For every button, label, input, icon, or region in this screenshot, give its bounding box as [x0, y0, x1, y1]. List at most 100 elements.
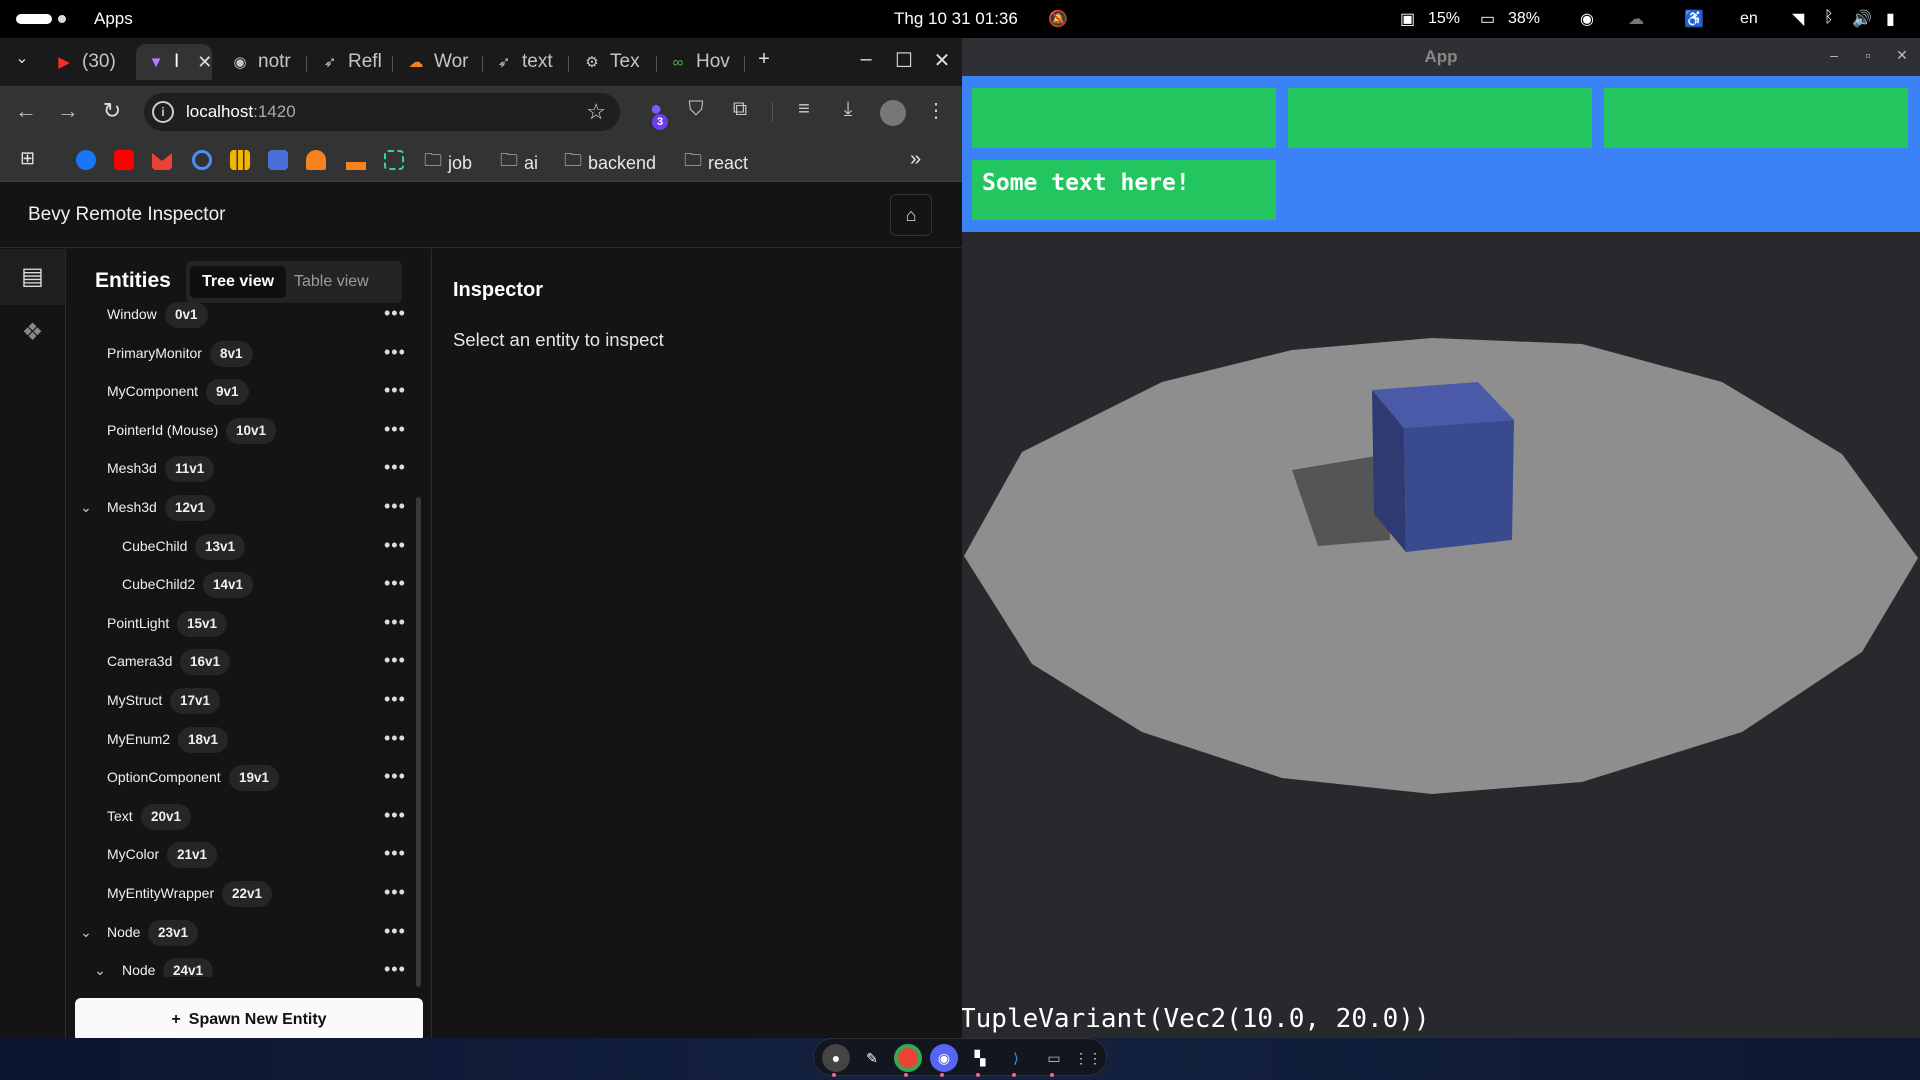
more-options-icon[interactable]: •••: [384, 457, 406, 478]
forward-icon[interactable]: →: [54, 98, 82, 124]
tab-tree-view[interactable]: Tree view: [190, 266, 287, 298]
entity-row[interactable]: ⌄ Node 24v1 •••: [66, 953, 418, 977]
app-maximize-icon[interactable]: ▫: [1858, 47, 1878, 63]
entity-row[interactable]: ⌄ Node 23v1 •••: [66, 915, 418, 953]
apps-launcher[interactable]: Apps: [94, 9, 133, 29]
tab-github[interactable]: ◉ notr: [230, 44, 294, 80]
battery-icon[interactable]: ▮: [1886, 9, 1895, 29]
workspace-dot[interactable]: [58, 15, 66, 23]
bookmarks-overflow[interactable]: »: [910, 148, 921, 171]
more-options-icon[interactable]: •••: [384, 650, 406, 671]
bookmark-folder-job[interactable]: 🗀 job: [424, 148, 472, 178]
notifications-off-icon[interactable]: 🔕: [1048, 9, 1068, 29]
more-options-icon[interactable]: •••: [384, 496, 406, 517]
entity-row[interactable]: OptionComponent 19v1 •••: [66, 760, 418, 798]
more-options-icon[interactable]: •••: [384, 342, 406, 363]
react-bookmark-icon[interactable]: [192, 150, 212, 170]
maximize-icon[interactable]: ☐: [890, 48, 918, 73]
more-options-icon[interactable]: •••: [384, 612, 406, 633]
workspace-indicator[interactable]: [16, 14, 52, 24]
tab-search-icon[interactable]: ⌄: [8, 48, 36, 68]
chevron-down-icon[interactable]: ⌄: [92, 962, 108, 977]
menu-kebab-icon[interactable]: ⋮: [922, 98, 950, 123]
tab-youtube[interactable]: ▶ (30): [54, 44, 126, 80]
tab-refl[interactable]: ➶ Refl: [320, 44, 382, 80]
components-nav-button[interactable]: ❖: [0, 305, 65, 361]
analytics-icon[interactable]: [230, 150, 250, 170]
entity-row[interactable]: ⌄ Mesh3d 12v1 •••: [66, 490, 418, 528]
more-options-icon[interactable]: •••: [384, 573, 406, 594]
cloud-icon[interactable]: ☁: [1628, 9, 1644, 29]
site-info-icon[interactable]: i: [152, 101, 174, 123]
entities-nav-button[interactable]: ▤: [0, 249, 65, 305]
entity-row[interactable]: MyEnum2 18v1 •••: [66, 722, 418, 760]
entity-row[interactable]: CubeChild 13v1 •••: [66, 529, 418, 567]
more-options-icon[interactable]: •••: [384, 959, 406, 977]
more-options-icon[interactable]: •••: [384, 805, 406, 826]
tab-tex[interactable]: ⚙ Tex: [582, 44, 644, 80]
apps-grid-icon[interactable]: ⊞: [20, 148, 35, 169]
app-close-icon[interactable]: ✕: [1892, 47, 1912, 64]
entity-row[interactable]: Camera3d 16v1 •••: [66, 644, 418, 682]
accessibility-icon[interactable]: ♿: [1684, 9, 1704, 29]
download-icon[interactable]: ⤓: [834, 98, 862, 121]
more-options-icon[interactable]: •••: [384, 380, 406, 401]
more-options-icon[interactable]: •••: [384, 728, 406, 749]
extensions-puzzle-icon[interactable]: ⧉: [726, 98, 754, 121]
more-options-icon[interactable]: •••: [384, 921, 406, 942]
tab-active[interactable]: ▼ I ✕: [136, 44, 212, 80]
tab-hov[interactable]: ∞ Hov: [668, 44, 732, 80]
discord-tray-icon[interactable]: ◉: [1580, 9, 1594, 29]
entity-row[interactable]: CubeChild2 14v1 •••: [66, 567, 418, 605]
entity-row[interactable]: MyStruct 17v1 •••: [66, 683, 418, 721]
bluetooth-icon[interactable]: ᛒ: [1824, 9, 1834, 27]
volume-icon[interactable]: 🔊: [1852, 9, 1872, 29]
ublock-icon[interactable]: ⛉: [682, 98, 710, 121]
close-window-icon[interactable]: ✕: [928, 48, 956, 73]
app-grid-dock-icon[interactable]: ⋮⋮: [1074, 1044, 1102, 1072]
entity-row[interactable]: PrimaryMonitor 8v1 •••: [66, 336, 418, 374]
files-dock-icon[interactable]: ▭: [1040, 1044, 1068, 1072]
spawn-entity-button[interactable]: + Spawn New Entity: [75, 998, 423, 1042]
close-tab-icon[interactable]: ✕: [197, 52, 212, 73]
reload-icon[interactable]: ↻: [98, 98, 126, 124]
clock[interactable]: Thg 10 31 01:36: [894, 9, 1018, 29]
tool-bookmark-icon[interactable]: [384, 150, 404, 170]
tab-workers[interactable]: ☁ Wor: [406, 44, 470, 80]
terminal-dock-icon[interactable]: ▚: [966, 1044, 994, 1072]
url-text[interactable]: localhost:1420: [186, 102, 296, 122]
bookmark-star-icon[interactable]: ☆: [586, 99, 606, 125]
language-indicator[interactable]: en: [1740, 10, 1758, 28]
translate-icon[interactable]: [268, 150, 288, 170]
more-options-icon[interactable]: •••: [384, 766, 406, 787]
discord-dock-icon[interactable]: ◉: [930, 1044, 958, 1072]
address-bar[interactable]: i localhost:1420 ☆: [144, 93, 620, 131]
more-options-icon[interactable]: •••: [384, 419, 406, 440]
app-minimize-icon[interactable]: –: [1824, 47, 1844, 63]
more-options-icon[interactable]: •••: [384, 689, 406, 710]
tab-table-view[interactable]: Table view: [282, 266, 381, 298]
entity-row[interactable]: MyEntityWrapper 22v1 •••: [66, 876, 418, 914]
youtube-bookmark-icon[interactable]: [114, 150, 134, 170]
notes-dock-icon[interactable]: ✎: [858, 1044, 886, 1072]
wifi-icon[interactable]: ◥: [1792, 9, 1804, 29]
entity-row[interactable]: Text 20v1 •••: [66, 799, 418, 837]
chevron-down-icon[interactable]: ⌄: [78, 499, 94, 515]
bookmark-folder-backend[interactable]: 🗀 backend: [564, 148, 656, 178]
entity-row[interactable]: Window 0v1 •••: [66, 297, 418, 335]
tree-scrollbar[interactable]: [416, 497, 421, 987]
entity-row[interactable]: MyColor 21v1 •••: [66, 837, 418, 875]
entity-row[interactable]: MyComponent 9v1 •••: [66, 374, 418, 412]
aws-icon[interactable]: [346, 150, 366, 170]
minimize-icon[interactable]: –: [852, 48, 880, 71]
vscode-dock-icon[interactable]: ⟩: [1002, 1044, 1030, 1072]
chevron-down-icon[interactable]: ⌄: [78, 924, 94, 940]
facebook-icon[interactable]: [76, 150, 96, 170]
entity-row[interactable]: PointerId (Mouse) 10v1 •••: [66, 413, 418, 451]
more-options-icon[interactable]: •••: [384, 843, 406, 864]
media-controls-icon[interactable]: ≡: [790, 98, 818, 121]
tab-text[interactable]: ➶ text: [494, 44, 556, 80]
new-tab-button[interactable]: +: [750, 48, 778, 71]
launcher-dock-icon[interactable]: ●: [822, 1044, 850, 1072]
more-options-icon[interactable]: •••: [384, 303, 406, 324]
